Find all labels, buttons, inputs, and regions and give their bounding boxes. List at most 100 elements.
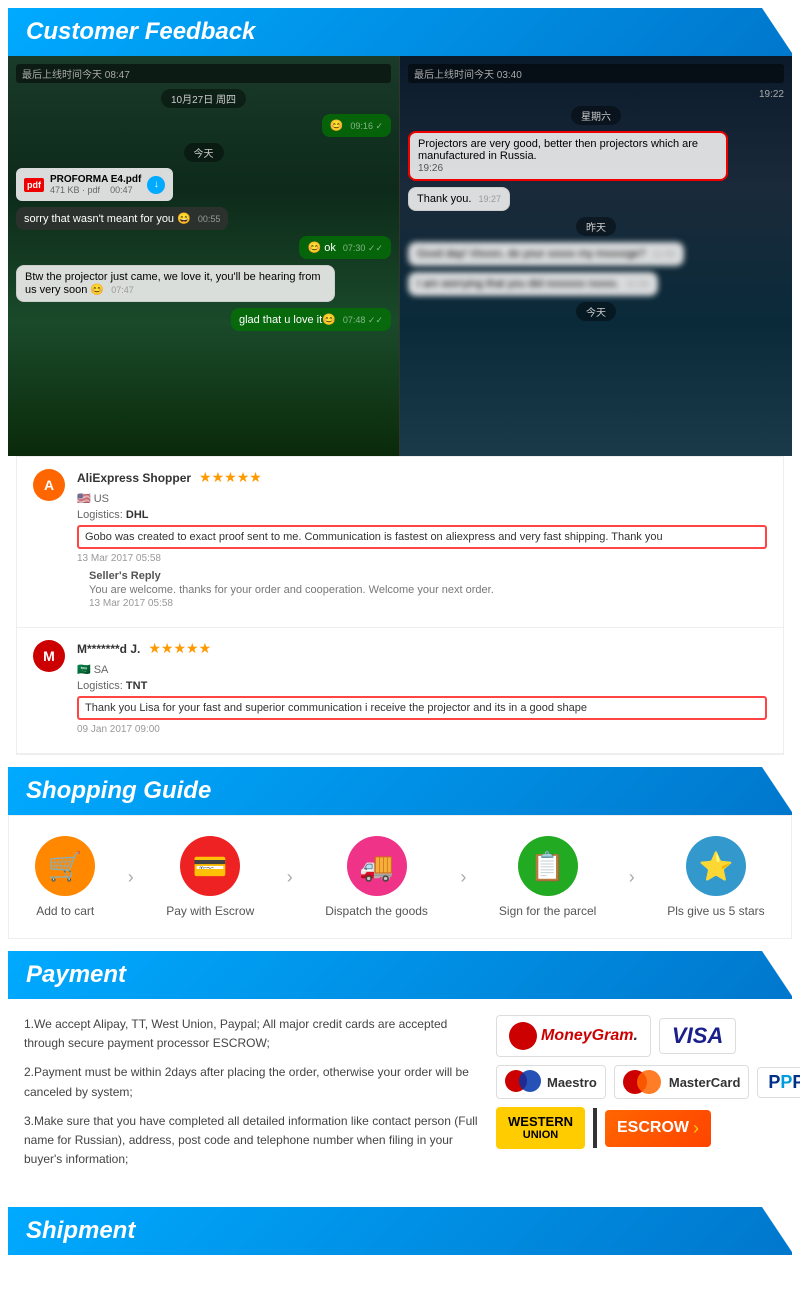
file-info: PROFORMA E4.pdf 471 KB · pdf 00:47 xyxy=(50,174,141,195)
review-date-1: 13 Mar 2017 05:58 xyxy=(77,553,767,564)
payment-section: Payment 1.We accept Alipay, TT, West Uni… xyxy=(8,951,792,1195)
step-arrow-4: › xyxy=(629,867,635,888)
payment-point-2: 2.Payment must be within 2days after pla… xyxy=(24,1063,480,1101)
escrow-pay-icon: 💳 xyxy=(180,836,240,896)
review-avatar-1: A xyxy=(33,469,65,501)
reviewer-name-1: AliExpress Shopper xyxy=(77,471,191,485)
shopping-guide-header: Shopping Guide xyxy=(8,767,792,815)
cart-icon: 🛒 xyxy=(35,836,95,896)
logistics-1: Logistics: DHL xyxy=(77,509,767,521)
review-meta-2: M*******d J. ★★★★★ xyxy=(77,640,767,657)
guide-step-4: 📋 Sign for the parcel xyxy=(499,836,596,918)
file-meta: 471 KB · pdf 00:47 xyxy=(50,185,141,195)
download-button[interactable]: ↓ xyxy=(147,176,165,194)
customer-feedback-title: Customer Feedback xyxy=(26,18,255,46)
chat-right-header: 最后上线时间今天 03:40 xyxy=(408,64,784,83)
review-text-1: Gobo was created to exact proof sent to … xyxy=(77,525,767,549)
payment-point-3: 3.Make sure that you have completed all … xyxy=(24,1112,480,1170)
step-label-3: Dispatch the goods xyxy=(325,904,428,918)
projector-review-bubble: Projectors are very good, better then pr… xyxy=(408,131,728,181)
thank-you-bubble: Thank you. 19:27 xyxy=(408,187,510,211)
shipment-header: Shipment xyxy=(8,1207,792,1255)
chat-right-date: 星期六 xyxy=(571,106,621,125)
moneygram-text: MoneyGram. xyxy=(541,1027,638,1045)
visa-logo: VISA xyxy=(659,1018,736,1054)
escrow-text: ESCROW xyxy=(617,1119,689,1137)
logos-row-1: MoneyGram. VISA xyxy=(496,1015,776,1057)
guide-step-3: 🚚 Dispatch the goods xyxy=(325,836,428,918)
reviews-container: A AliExpress Shopper ★★★★★ 🇺🇸 US Logisti… xyxy=(16,456,784,755)
dispatch-icon: 🚚 xyxy=(347,836,407,896)
moneygram-logo: MoneyGram. xyxy=(496,1015,651,1057)
seller-reply-1: Seller's Reply You are welcome. thanks f… xyxy=(89,570,767,609)
escrow-logo: ESCROW › xyxy=(605,1110,711,1147)
mc-circle-orange xyxy=(637,1070,661,1094)
glad-bubble: glad that u love it😊 07:48 ✓✓ xyxy=(231,308,391,331)
step-arrow-1: › xyxy=(128,867,134,888)
logos-row-2: Maestro MasterCard PPPayPal xyxy=(496,1065,776,1099)
guide-step-2: 💳 Pay with Escrow xyxy=(166,836,254,918)
payment-point-1: 1.We accept Alipay, TT, West Union, Payp… xyxy=(24,1015,480,1053)
stars-icon: ⭐ xyxy=(686,836,746,896)
payment-title: Payment xyxy=(26,961,126,989)
logistics-2: Logistics: TNT xyxy=(77,680,767,692)
country-2: 🇸🇦 SA xyxy=(77,663,108,676)
review-item-2: M M*******d J. ★★★★★ 🇸🇦 SA Logistics: TN… xyxy=(17,628,783,754)
guide-step-5: ⭐ Pls give us 5 stars xyxy=(667,836,764,918)
western-union-logo: WESTERN UNION xyxy=(496,1107,585,1149)
shopping-guide-title: Shopping Guide xyxy=(26,777,211,805)
seller-reply-text-1: You are welcome. thanks for your order a… xyxy=(89,584,767,596)
chat-right-panel: 最后上线时间今天 03:40 19:22 星期六 Projectors are … xyxy=(400,56,792,456)
review-content-1: AliExpress Shopper ★★★★★ 🇺🇸 US Logistics… xyxy=(77,469,767,615)
today-right-label: 今天 xyxy=(576,302,616,321)
file-type-icon: pdf xyxy=(24,178,44,192)
maestro-circles xyxy=(505,1070,543,1094)
chat-left-header: 最后上线时间今天 08:47 xyxy=(16,64,391,83)
stars-1: ★★★★★ xyxy=(199,469,262,486)
payment-header: Payment xyxy=(8,951,792,999)
seller-reply-date-1: 13 Mar 2017 05:58 xyxy=(89,598,767,609)
step-label-2: Pay with Escrow xyxy=(166,904,254,918)
wu-divider xyxy=(593,1108,597,1148)
step-label-5: Pls give us 5 stars xyxy=(667,904,764,918)
maestro-circle-blue xyxy=(519,1070,541,1092)
maestro-logo: Maestro xyxy=(496,1065,606,1099)
payment-content: 1.We accept Alipay, TT, West Union, Payp… xyxy=(8,999,792,1195)
blurred-msg-2: I am worrying that you did nxxxxxx nxxxx… xyxy=(408,272,658,296)
step-arrow-2: › xyxy=(287,867,293,888)
step-arrow-3: › xyxy=(460,867,466,888)
shipment-title: Shipment xyxy=(26,1217,135,1245)
mastercard-logo: MasterCard xyxy=(614,1065,750,1099)
chat-date-1: 10月27日 周四 xyxy=(161,89,246,108)
shipment-section: Shipment xyxy=(8,1207,792,1255)
ok-bubble: 😊 ok 07:30 ✓✓ xyxy=(299,236,391,259)
country-1: 🇺🇸 US xyxy=(77,492,109,505)
stars-2: ★★★★★ xyxy=(148,640,211,657)
review-avatar-2: M xyxy=(33,640,65,672)
step-label-4: Sign for the parcel xyxy=(499,904,596,918)
payment-logos: MoneyGram. VISA Maestro xyxy=(496,1015,776,1179)
mc-circles xyxy=(623,1070,661,1094)
customer-feedback-section: Customer Feedback 最后上线时间今天 08:47 10月27日 … xyxy=(8,8,792,755)
review-text-2: Thank you Lisa for your fast and superio… xyxy=(77,696,767,720)
yesterday-label: 昨天 xyxy=(576,217,616,236)
chat-screenshot: 最后上线时间今天 08:47 10月27日 周四 😊 09:16 ✓ 今天 pd… xyxy=(8,56,792,456)
blurred-msg-1: Gxxd day! Vixxxn, do your xxxxx my mxxxx… xyxy=(408,242,684,266)
time-1: 09:16 ✓ xyxy=(350,121,383,131)
shopping-guide-section: Shopping Guide 🛒 Add to cart › 💳 Pay wit… xyxy=(8,767,792,939)
seller-reply-label: Seller's Reply xyxy=(89,570,767,582)
projector-bubble: Btw the projector just came, we love it,… xyxy=(16,265,335,302)
wu-text-union: UNION xyxy=(523,1129,558,1141)
review-content-2: M*******d J. ★★★★★ 🇸🇦 SA Logistics: TNT … xyxy=(77,640,767,741)
mastercard-text: MasterCard xyxy=(669,1075,741,1090)
guide-steps-container: 🛒 Add to cart › 💳 Pay with Escrow › 🚚 Di… xyxy=(8,815,792,939)
moneygram-circle xyxy=(509,1022,537,1050)
chat-left-panel: 最后上线时间今天 08:47 10月27日 周四 😊 09:16 ✓ 今天 pd… xyxy=(8,56,400,456)
file-name: PROFORMA E4.pdf xyxy=(50,174,141,185)
review-meta-1: AliExpress Shopper ★★★★★ xyxy=(77,469,767,486)
payment-text: 1.We accept Alipay, TT, West Union, Payp… xyxy=(24,1015,480,1179)
sorry-bubble: sorry that wasn't meant for you 😄 00:55 xyxy=(16,207,228,230)
guide-step-1: 🛒 Add to cart xyxy=(35,836,95,918)
paypal-logo: PPPayPal xyxy=(757,1067,800,1098)
review-date-2: 09 Jan 2017 09:00 xyxy=(77,724,767,735)
